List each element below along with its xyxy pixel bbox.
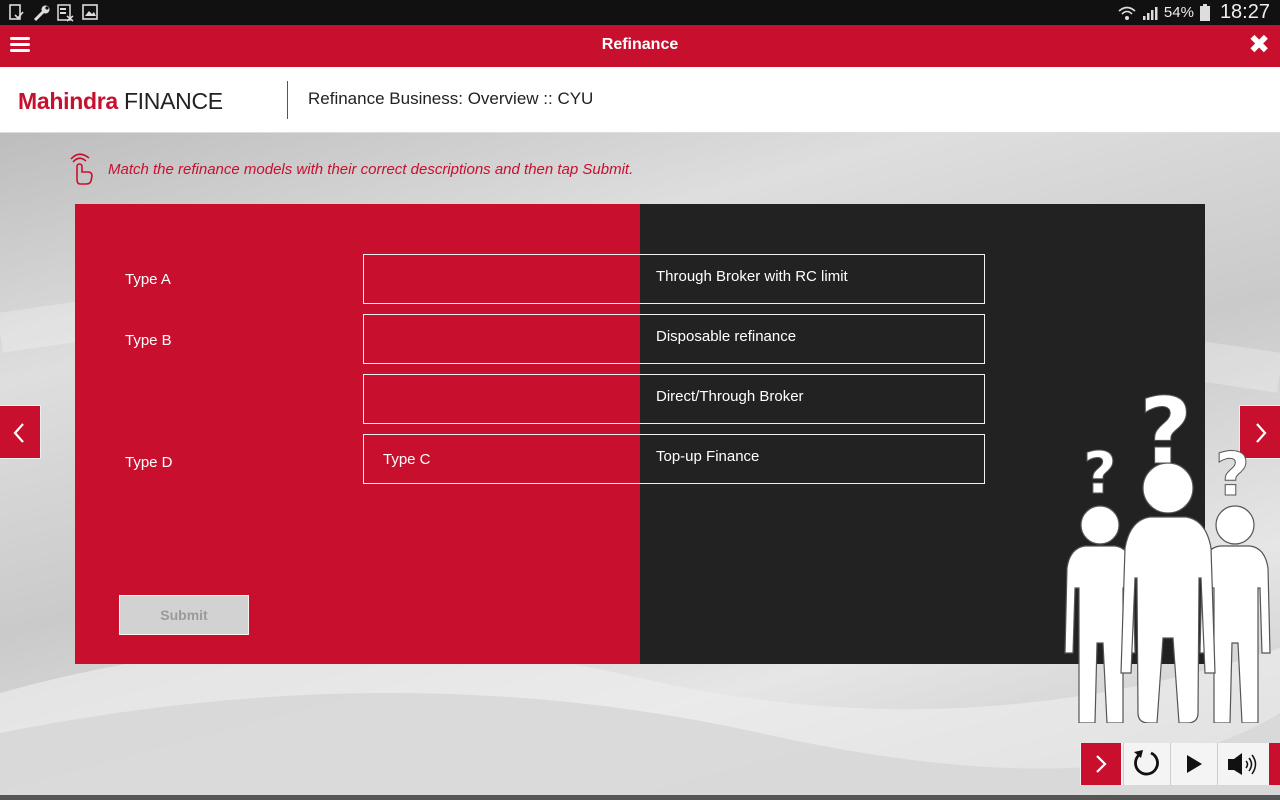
- signal-icon: [1142, 6, 1158, 20]
- logo-brand: Mahindra: [18, 88, 118, 114]
- player-controls: [1080, 743, 1280, 785]
- chevron-right-icon: [1096, 755, 1107, 773]
- description-2: Disposable refinance: [642, 314, 985, 364]
- audio-button[interactable]: [1218, 743, 1269, 785]
- replay-icon: [1134, 750, 1159, 776]
- play-icon: [1187, 755, 1202, 773]
- mahindra-finance-logo: Mahindra FINANCE: [18, 88, 223, 115]
- svg-text:?: ?: [1215, 440, 1250, 510]
- close-icon[interactable]: ✖: [1248, 29, 1270, 60]
- bottom-strip: [0, 795, 1280, 800]
- replay-button[interactable]: [1124, 743, 1169, 785]
- play-button[interactable]: [1172, 743, 1215, 785]
- logo-finance: FINANCE: [123, 88, 223, 114]
- instruction-text: Match the refinance models with their co…: [108, 160, 634, 178]
- people-question-illustration: ? ? ?: [1064, 383, 1271, 723]
- status-bar: 54% 18:27: [0, 0, 1280, 25]
- instruction: Match the refinance models with their co…: [68, 153, 633, 185]
- battery-percent: 54%: [1163, 4, 1194, 21]
- description-3: Direct/Through Broker: [642, 374, 985, 424]
- draggable-type-b[interactable]: Type B: [125, 332, 172, 349]
- course-header: Mahindra FINANCE Refinance Business: Ove…: [0, 67, 1280, 133]
- draggable-type-d[interactable]: Type D: [125, 454, 173, 471]
- next-button[interactable]: [1081, 743, 1121, 785]
- tap-hand-icon: [70, 153, 93, 185]
- app-bar: Refinance ✖: [0, 25, 1280, 67]
- chevron-left-icon: [13, 423, 24, 443]
- sim-card-icon: [9, 4, 24, 20]
- image-icon: [82, 4, 98, 20]
- wifi-icon: [1118, 6, 1136, 20]
- prev-slide-button[interactable]: [0, 405, 41, 459]
- course-title: Refinance Business: Overview :: CYU: [308, 89, 594, 108]
- audio-icon: [1228, 753, 1257, 775]
- draggable-type-a[interactable]: Type A: [125, 271, 171, 288]
- drop-slot-2[interactable]: [363, 314, 642, 364]
- clock: 18:27: [1219, 1, 1270, 23]
- activity-stage: Match the refinance models with their co…: [0, 133, 1280, 795]
- drop-slot-1[interactable]: [363, 254, 642, 304]
- svg-text:?: ?: [1083, 439, 1117, 507]
- description-1: Through Broker with RC limit: [642, 254, 985, 304]
- app-title: Refinance: [601, 36, 679, 53]
- header-divider: [287, 81, 288, 119]
- drop-slot-4[interactable]: Type C: [363, 434, 642, 484]
- battery-icon: [1199, 4, 1210, 21]
- description-4: Top-up Finance: [642, 434, 985, 484]
- controls-edge: [1269, 743, 1280, 785]
- divider: [1170, 743, 1171, 785]
- storage-icon: [57, 4, 74, 22]
- submit-button[interactable]: Submit: [119, 595, 249, 635]
- wrench-icon: [33, 5, 50, 22]
- drop-slot-3[interactable]: [363, 374, 642, 424]
